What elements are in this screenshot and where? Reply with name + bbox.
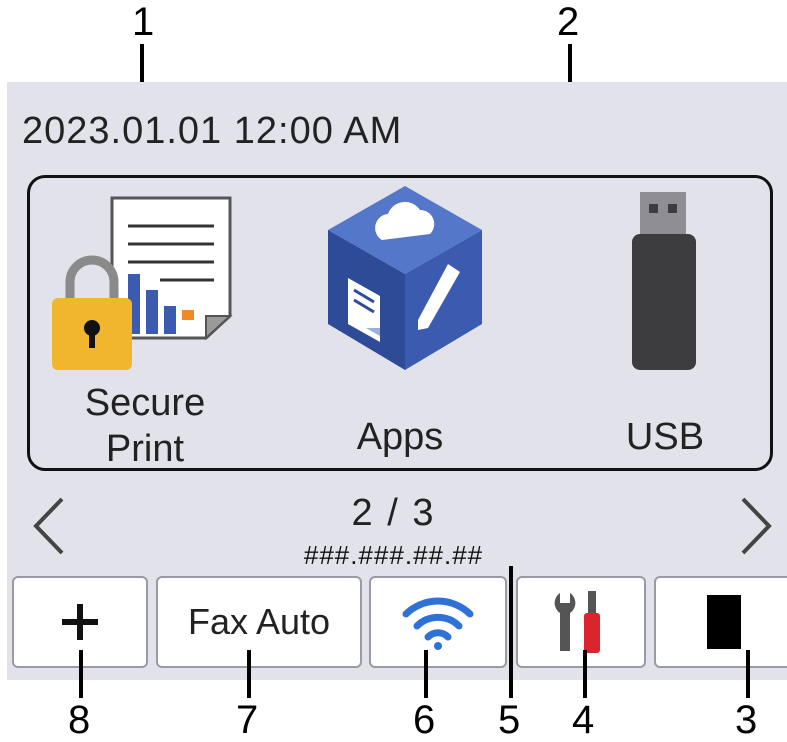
callout-7-line (247, 650, 251, 698)
settings-tools-icon (554, 591, 600, 653)
callout-3: 3 (735, 698, 758, 742)
callout-2: 2 (557, 0, 580, 44)
plus-icon (62, 604, 98, 640)
callout-1: 1 (132, 0, 155, 44)
app-label: Apps (356, 416, 444, 458)
callout-4: 4 (572, 698, 595, 742)
app-apps[interactable]: Apps (300, 178, 500, 468)
fax-mode-button[interactable]: Fax Auto (156, 576, 362, 668)
apps-cube-icon (328, 186, 482, 370)
callout-8-line (79, 650, 83, 698)
callout-7: 7 (236, 698, 259, 742)
callout-4-line (583, 650, 587, 698)
usb-drive-icon (632, 192, 696, 370)
app-usb[interactable]: USB (590, 178, 750, 468)
app-label: Secure Print (84, 382, 206, 471)
callout-5: 5 (498, 698, 521, 742)
page-indicator: 2 / 3 (351, 492, 436, 534)
callout-6-line (424, 650, 428, 698)
toner-button[interactable] (654, 576, 787, 668)
wifi-button[interactable] (369, 576, 507, 668)
date-time: 2023.01.01 12:00 AM (22, 110, 403, 152)
callout-8: 8 (68, 698, 91, 742)
settings-button[interactable] (516, 576, 646, 668)
callout-6: 6 (413, 698, 436, 742)
secure-print-icon (52, 196, 233, 370)
callout-3-line (746, 650, 750, 698)
wifi-icon (402, 597, 474, 650)
ip-address: ###.###.##.## (303, 540, 484, 570)
callout-5-line (509, 566, 513, 698)
app-panel: Secure Print Apps USB (27, 175, 773, 471)
fax-mode-label: Fax Auto (187, 601, 331, 642)
toner-icon (707, 595, 741, 649)
app-label: USB (625, 416, 705, 458)
app-secure-print[interactable]: Secure Print (30, 178, 270, 468)
